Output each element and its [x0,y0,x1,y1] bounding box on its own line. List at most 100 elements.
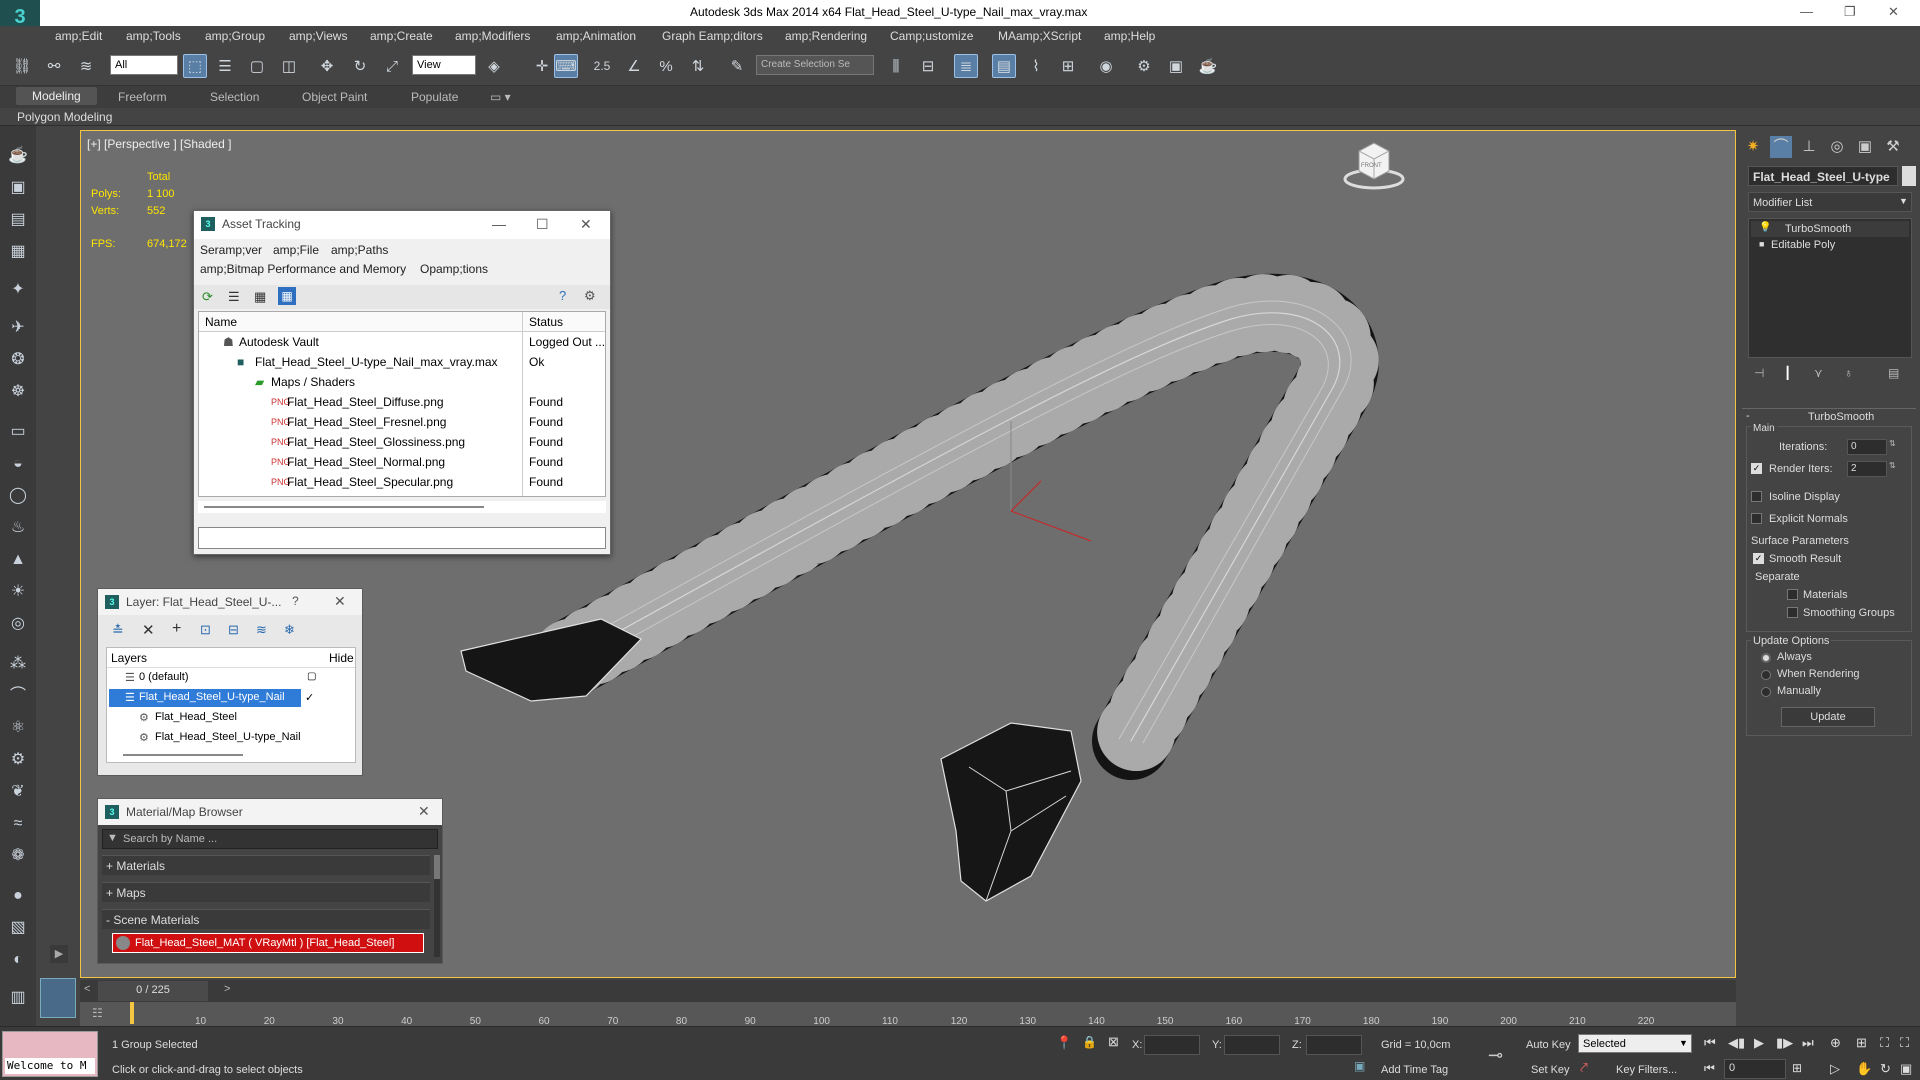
sphere-icon[interactable]: ◒ [6,452,30,476]
go-to-end-icon[interactable]: ⏭ [1802,1035,1814,1051]
trash-icon[interactable]: ▥ [6,986,30,1010]
table-row[interactable]: PNG Flat_Head_Steel_Specular.png Found [199,472,605,492]
polygon-modeling-label[interactable]: Polygon Modeling [17,110,112,124]
modifier-editable-poly[interactable]: ■ Editable Poly [1751,237,1909,253]
show-end-result-icon[interactable]: ┃ [1784,366,1791,380]
section-materials[interactable]: + Materials [102,855,430,875]
vertical-scrollbar[interactable] [434,855,440,957]
table-icon[interactable]: ▤ [6,208,30,232]
spray-icon[interactable]: ⌒ [6,684,30,708]
edit-named-selection-icon[interactable]: ✎ [725,54,749,78]
update-button[interactable]: Update [1781,707,1875,727]
select-in-layer-icon[interactable]: ⊡ [200,622,211,638]
menu-create[interactable]: amp;Create [370,29,433,43]
table-row[interactable]: ☗ Autodesk Vault Logged Out ... [199,332,605,352]
list-view-icon[interactable]: ☰ [228,289,240,305]
rotate-icon[interactable]: ↻ [348,54,372,78]
menu-modifiers[interactable]: amp;Modifiers [455,29,530,43]
maxscript-line[interactable]: Welcome to M [5,1058,95,1074]
display-tab-icon[interactable]: ▣ [1854,136,1876,158]
material-editor-icon[interactable]: ◉ [1094,54,1118,78]
menu-tools[interactable]: amp;Tools [126,29,181,43]
minimize-icon[interactable]: — [1800,4,1813,19]
horizontal-scrollbar[interactable] [198,501,606,513]
previous-key-icon[interactable]: ◀▮ [1728,1035,1745,1051]
configure-sets-icon[interactable]: ▤ [1888,366,1899,380]
scrollbar-thumb[interactable] [204,506,484,508]
light-bulb-icon[interactable]: 💡 [1759,222,1771,233]
hide-toggle[interactable]: ▢ [307,671,316,682]
lock-icon[interactable]: 🔒 [1082,1035,1097,1049]
restore-icon[interactable]: ❐ [1844,4,1856,20]
curve-editor-icon[interactable]: ⌇ [1024,54,1048,78]
tab-modeling[interactable]: Modeling [16,87,97,105]
smooth-result-checkbox[interactable]: ✓ [1753,553,1764,564]
material-search-field[interactable]: ▼ Search by Name ... [102,829,438,849]
render-iters-input[interactable]: 2 [1847,461,1887,477]
gear-icon[interactable]: ⚙ [6,748,30,772]
snaps-toggle-icon[interactable]: 2.5 [590,54,614,78]
delete-layer-icon[interactable]: ✕ [142,621,155,639]
named-selection-set-input[interactable]: Create Selection Se [756,55,874,75]
sun-icon[interactable]: ☀ [6,580,30,604]
separate-smoothing-groups-checkbox[interactable] [1787,607,1798,618]
hair-icon[interactable]: ≈ [6,812,30,836]
table-row[interactable]: PNG Flat_Head_Steel_Fresnel.png Found [199,412,605,432]
camera-icon[interactable]: ✈ [6,316,30,340]
select-by-name-icon[interactable]: ☰ [213,54,237,78]
y-coordinate-field[interactable] [1224,1035,1280,1055]
time-slider-thumb[interactable]: 0 / 225 [98,981,208,1001]
z-coordinate-field[interactable] [1306,1035,1362,1055]
table-view-icon[interactable]: ▦ [278,287,296,305]
menu-paths[interactable]: amp;Paths [331,243,388,257]
teapot-icon[interactable]: ☕ [6,144,30,168]
help-icon[interactable]: ? [292,594,299,608]
hide-all-icon[interactable]: ≋ [256,622,267,638]
menu-server[interactable]: Seramp;ver [200,243,262,257]
search-options-icon[interactable]: ▼ [107,832,118,844]
section-scene-materials[interactable]: - Scene Materials [102,909,430,929]
close-icon[interactable]: ✕ [334,593,346,610]
separate-materials-checkbox[interactable] [1787,589,1798,600]
vray-icon[interactable]: ◐ [6,948,30,972]
viewcube[interactable]: FRONT [1341,139,1407,191]
absolute-mode-icon[interactable]: ⊠ [1108,1034,1119,1050]
select-manipulate-icon[interactable]: ✛ [530,54,554,78]
particles-icon[interactable]: ⁂ [6,652,30,676]
asset-path-field[interactable] [198,527,606,549]
freeze-all-icon[interactable]: ❄ [284,622,295,638]
render-frame-icon[interactable]: ▣ [6,176,30,200]
track-bar[interactable]: ☷ 10 20 30 40 50 60 70 80 90 100 110 120 130 140 150 16… [80,1002,1736,1027]
expand-icon[interactable]: ■ [1759,239,1764,249]
prev-frame-icon[interactable]: < [84,983,90,995]
scene-explorer-icon[interactable]: ▤ [992,54,1016,78]
search-input[interactable]: Search by Name ... [123,833,217,845]
isoline-display-checkbox[interactable] [1751,491,1762,502]
time-tag-icon[interactable]: ▣ [1354,1059,1365,1073]
track-bar-icon[interactable]: ☷ [92,1006,103,1020]
rectangular-selection-icon[interactable]: ▢ [245,54,269,78]
torus-icon[interactable]: ◎ [6,612,30,636]
add-to-layer-icon[interactable]: + [172,620,181,638]
modify-tab-icon[interactable]: ⌒ [1770,136,1792,158]
move-icon[interactable]: ✥ [315,54,339,78]
modifier-turbosmooth[interactable]: 💡 TurboSmooth [1751,221,1909,237]
add-time-tag[interactable]: Add Time Tag [1381,1064,1448,1076]
column-status[interactable]: Status [529,315,563,329]
settings-icon[interactable]: ⚙ [584,288,596,304]
key-mode-icon[interactable]: ⏮ [1704,1061,1715,1076]
minimize-icon[interactable]: — [492,216,506,232]
space-warp-icon[interactable]: ☸ [6,380,30,404]
key-filters-button[interactable]: Key Filters... [1616,1064,1677,1076]
menu-edit[interactable]: amp;Edit [55,29,102,43]
field-of-view-icon[interactable]: ▷ [1830,1061,1840,1077]
table-row[interactable]: PNG Flat_Head_Steel_Normal.png Found [199,452,605,472]
menu-help[interactable]: amp;Help [1104,29,1155,43]
geosphere-icon[interactable]: ◯ [6,484,30,508]
mini-curve-editor-icon[interactable] [40,978,76,1018]
layer-row[interactable]: ⚙ Flat_Head_Steel [107,708,355,728]
current-frame-marker[interactable] [130,1002,134,1024]
render-pass-icon[interactable]: ▧ [6,916,30,940]
unlink-icon[interactable]: ⚯ [42,54,66,78]
selection-filter-dropdown[interactable]: All [110,55,178,75]
